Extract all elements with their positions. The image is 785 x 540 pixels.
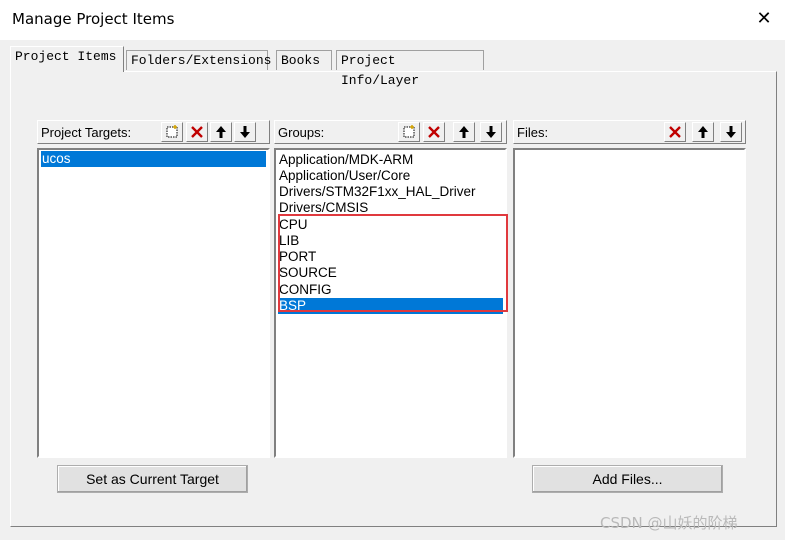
list-item[interactable]: ucos	[41, 151, 266, 167]
set-current-target-button[interactable]: Set as Current Target	[57, 465, 248, 493]
move-up-icon	[216, 126, 226, 138]
add-files-button[interactable]: Add Files...	[532, 465, 723, 493]
delete-icon	[191, 126, 203, 138]
files-label: Files:	[517, 125, 549, 140]
close-icon[interactable]: ✕	[753, 8, 775, 30]
tab-project-info-layer[interactable]: Project Info/Layer	[336, 50, 484, 88]
targets-header: Project Targets:	[37, 120, 270, 144]
tab-label: Books	[281, 53, 321, 68]
move-down-icon	[240, 126, 250, 138]
watermark: CSDN @山妖的阶梯	[600, 514, 738, 532]
new-icon	[403, 125, 415, 138]
targets-label: Project Targets:	[41, 125, 132, 140]
tab-books[interactable]: Books	[276, 50, 332, 70]
targets-list[interactable]: ucos	[37, 148, 270, 458]
move-up-icon	[698, 126, 708, 138]
list-item[interactable]: Application/MDK-ARM	[278, 152, 503, 168]
new-icon	[166, 125, 178, 138]
list-item[interactable]: Drivers/STM32F1xx_HAL_Driver	[278, 184, 503, 200]
delete-icon	[669, 126, 681, 138]
groups-header: Groups:	[274, 120, 507, 144]
move-down-icon	[486, 126, 496, 138]
tab-folders-extensions[interactable]: Folders/Extensions	[126, 50, 272, 70]
groups-label: Groups:	[278, 125, 325, 140]
new-group-button[interactable]	[398, 122, 420, 142]
highlight-box	[278, 214, 508, 312]
list-item[interactable]: Application/User/Core	[278, 168, 503, 184]
move-up-icon	[459, 126, 469, 138]
delete-target-button[interactable]	[186, 122, 208, 142]
tab-label: Project Items	[15, 49, 117, 64]
files-list[interactable]	[513, 148, 746, 458]
move-target-down-button[interactable]	[234, 122, 256, 142]
move-file-up-button[interactable]	[692, 122, 714, 142]
new-target-button[interactable]	[161, 122, 183, 142]
move-down-icon	[726, 126, 736, 138]
window-title: Manage Project Items	[12, 10, 175, 28]
move-file-down-button[interactable]	[720, 122, 742, 142]
move-target-up-button[interactable]	[210, 122, 232, 142]
delete-group-button[interactable]	[423, 122, 445, 142]
delete-file-button[interactable]	[664, 122, 686, 142]
delete-icon	[428, 126, 440, 138]
tab-strip: Project Items Folders/Extensions Books P…	[10, 46, 490, 88]
files-header: Files:	[513, 120, 746, 144]
move-group-down-button[interactable]	[480, 122, 502, 142]
tab-project-items[interactable]: Project Items	[10, 46, 124, 72]
move-group-up-button[interactable]	[453, 122, 475, 142]
tab-label: Folders/Extensions	[131, 53, 272, 68]
